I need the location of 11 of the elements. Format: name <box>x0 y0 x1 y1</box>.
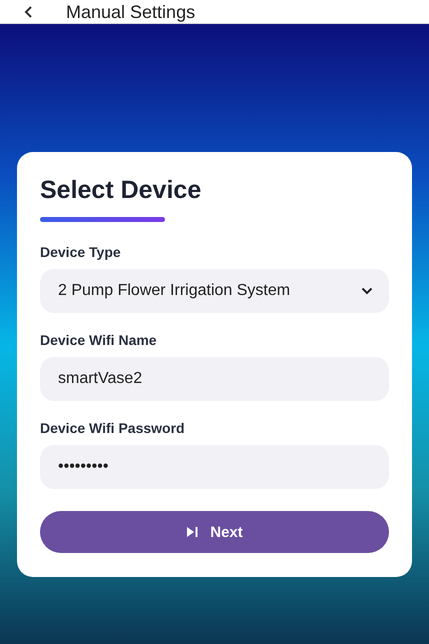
next-button[interactable]: Next <box>40 511 389 553</box>
field-label: Device Wifi Password <box>40 420 186 436</box>
card-title: Select Device <box>40 176 202 205</box>
chevron-down-icon <box>361 287 373 295</box>
screen-title: Manual Settings <box>66 2 196 22</box>
dropdown-field[interactable]: 2 Pump Flower Irrigation System <box>40 269 389 313</box>
input-field[interactable]: smartVase2 <box>40 357 389 401</box>
field-label: Device Wifi Name <box>40 332 158 348</box>
skip-next-icon <box>186 526 198 538</box>
input-field[interactable]: ••••••••• <box>40 445 389 489</box>
field-label: Device Type <box>40 244 122 260</box>
